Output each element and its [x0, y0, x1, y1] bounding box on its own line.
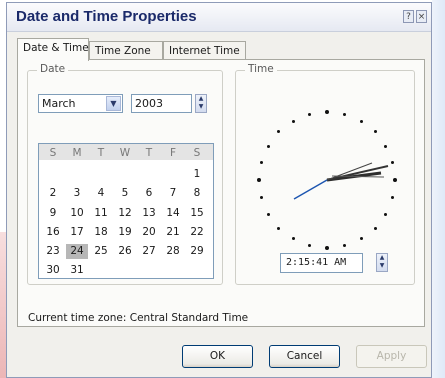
- calendar-day[interactable]: 19: [114, 225, 136, 240]
- weekday-header-cell: F: [169, 147, 177, 159]
- calendar-day[interactable]: 16: [42, 225, 64, 240]
- calendar-day[interactable]: 25: [90, 244, 112, 259]
- weekday-header-cell: M: [72, 147, 82, 159]
- date-group: Date March ▼ 2003 ▲ ▼ S M T W T F S 1 2 3 4 5 6 7 8 9 10 1…: [27, 63, 223, 285]
- calendar-day[interactable]: 13: [138, 206, 160, 221]
- calendar-day[interactable]: 21: [162, 225, 184, 240]
- date-group-label: Date: [37, 63, 69, 75]
- window-title: Date and Time Properties: [16, 8, 197, 25]
- tab-internet-time[interactable]: Internet Time: [163, 41, 246, 59]
- calendar-day[interactable]: 6: [138, 186, 160, 201]
- year-spin-icon[interactable]: ▲ ▼: [195, 94, 207, 113]
- help-button[interactable]: ?: [403, 10, 414, 23]
- chevron-down-icon[interactable]: ▼: [106, 96, 121, 111]
- current-timezone-text: Current time zone: Central Standard Time: [28, 312, 249, 324]
- calendar-day[interactable]: 23: [42, 244, 64, 259]
- calendar-day[interactable]: 8: [186, 186, 208, 201]
- calendar-day[interactable]: 2: [42, 186, 64, 201]
- calendar-day[interactable]: 17: [66, 225, 88, 240]
- clock-hand-tail: [293, 179, 328, 200]
- calendar-day[interactable]: 5: [114, 186, 136, 201]
- date-time-dialog: Date and Time Properties ? × Date & Time…: [6, 2, 432, 378]
- calendar-day-selected[interactable]: 24: [66, 244, 88, 259]
- calendar-day[interactable]: 14: [162, 206, 184, 221]
- calendar-grid: S M T W T F S 1 2 3 4 5 6 7 8 9 10 11 12 13 14 15 16 17 18 19 20 21…: [38, 143, 214, 279]
- calendar-day[interactable]: 18: [90, 225, 112, 240]
- weekday-header-cell: S: [49, 147, 57, 159]
- title-bar[interactable]: Date and Time Properties ? ×: [7, 3, 431, 32]
- calendar-day[interactable]: 26: [114, 244, 136, 259]
- weekday-header-cell: S: [193, 147, 201, 159]
- close-button[interactable]: ×: [416, 10, 427, 23]
- calendar-day[interactable]: 31: [66, 263, 88, 278]
- calendar-day[interactable]: 12: [114, 206, 136, 221]
- calendar-day[interactable]: 28: [162, 244, 184, 259]
- weekday-header-cell: T: [145, 147, 153, 159]
- calendar-day[interactable]: 1: [186, 167, 208, 182]
- calendar-day[interactable]: 15: [186, 206, 208, 221]
- calendar-day[interactable]: 29: [186, 244, 208, 259]
- calendar-day[interactable]: 7: [162, 186, 184, 201]
- cancel-button[interactable]: Cancel: [269, 345, 340, 368]
- tab-panel: Date March ▼ 2003 ▲ ▼ S M T W T F S 1 2 3 4 5 6 7 8 9 10 1…: [17, 59, 425, 327]
- calendar-day[interactable]: 27: [138, 244, 160, 259]
- calendar-day[interactable]: 30: [42, 263, 64, 278]
- calendar-day[interactable]: 3: [66, 186, 88, 201]
- year-field[interactable]: 2003: [131, 94, 192, 113]
- time-spin-icon[interactable]: ▲ ▼: [376, 253, 388, 272]
- month-dropdown[interactable]: March ▼: [38, 94, 123, 113]
- weekday-header-cell: W: [119, 147, 131, 159]
- month-value: March: [42, 97, 76, 110]
- tab-time-zone[interactable]: Time Zone: [89, 41, 163, 59]
- ok-button[interactable]: OK: [182, 345, 253, 368]
- calendar-day[interactable]: 11: [90, 206, 112, 221]
- tab-date-time[interactable]: Date & Time: [17, 38, 89, 61]
- year-value: 2003: [135, 97, 163, 110]
- weekday-header-cell: T: [97, 147, 105, 159]
- time-group: Time 2:15:41 AM ▲ ▼: [235, 63, 415, 285]
- calendar-day[interactable]: 10: [66, 206, 88, 221]
- calendar-day[interactable]: 9: [42, 206, 64, 221]
- calendar-day[interactable]: 4: [90, 186, 112, 201]
- time-field[interactable]: 2:15:41 AM: [280, 253, 363, 273]
- calendar-day[interactable]: 22: [186, 225, 208, 240]
- apply-button[interactable]: Apply: [356, 345, 427, 368]
- calendar-day[interactable]: 20: [138, 225, 160, 240]
- background-decoration-right: [432, 0, 445, 378]
